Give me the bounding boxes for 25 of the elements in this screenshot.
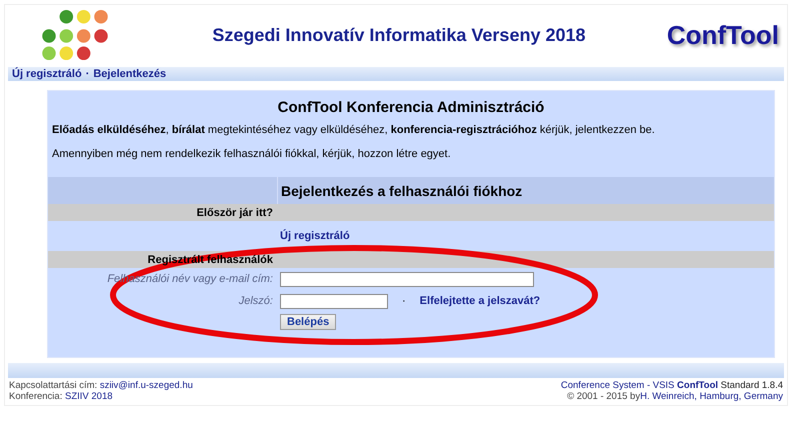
section-heading: Bejelentkezés a felhasználói fiókhoz — [281, 182, 522, 198]
email-link[interactable]: sziiv@inf.u-szeged.hu — [100, 380, 193, 391]
intro-paragraph: Amennyiben még nem rendelkezik felhasználói fiókkal, kérjük, hozzon létre egyet. — [52, 148, 452, 161]
conference-text: Konferencia: SZIIV 2018 — [9, 391, 114, 402]
section-label: Először jár itt? — [196, 206, 273, 218]
conference-link[interactable]: SZIIV 2018 — [64, 391, 113, 402]
username-field[interactable] — [280, 272, 534, 286]
copyright-text: © 2001 - 2015 byH. Weinreich, Hamburg, Germany — [567, 391, 783, 402]
field-label: Jelszó: — [238, 295, 273, 307]
credit-text: Conference System - VSIS ConfTool Standard 1.8.4 — [560, 380, 783, 391]
register-link[interactable]: Új regisztráló — [280, 230, 350, 242]
nav-link[interactable]: Új regisztráló — [12, 68, 82, 80]
nav-link[interactable]: Bejelentkezés — [93, 68, 166, 80]
contact-text: Kapcsolattartási cím: sziiv@inf.u-szeged.hu — [9, 380, 193, 391]
author-link[interactable]: H. Weinreich, Hamburg, Germany — [640, 391, 783, 402]
login-button[interactable]: Belépés — [280, 314, 336, 330]
forgot-password-link[interactable]: Elfelejtette a jelszavát? — [420, 295, 540, 307]
password-field[interactable] — [280, 294, 388, 308]
separator-dot: · — [402, 295, 406, 307]
separator-dot: · — [86, 68, 90, 80]
brand-logo-text: ConfTool — [666, 20, 779, 50]
system-link[interactable]: Conference System - VSIS — [560, 380, 674, 391]
site-title: Szegedi Innovatív Informatika Verseny 2018 — [211, 24, 587, 46]
page-heading: ConfTool Konferencia Adminisztráció — [276, 99, 546, 116]
intro-paragraph: Előadás elküldéséhez, bírálat megtekintéséhez vagy elküldéséhez, konferencia-regisztrációhoz kérjük, jelentkezzen be. — [52, 124, 656, 137]
